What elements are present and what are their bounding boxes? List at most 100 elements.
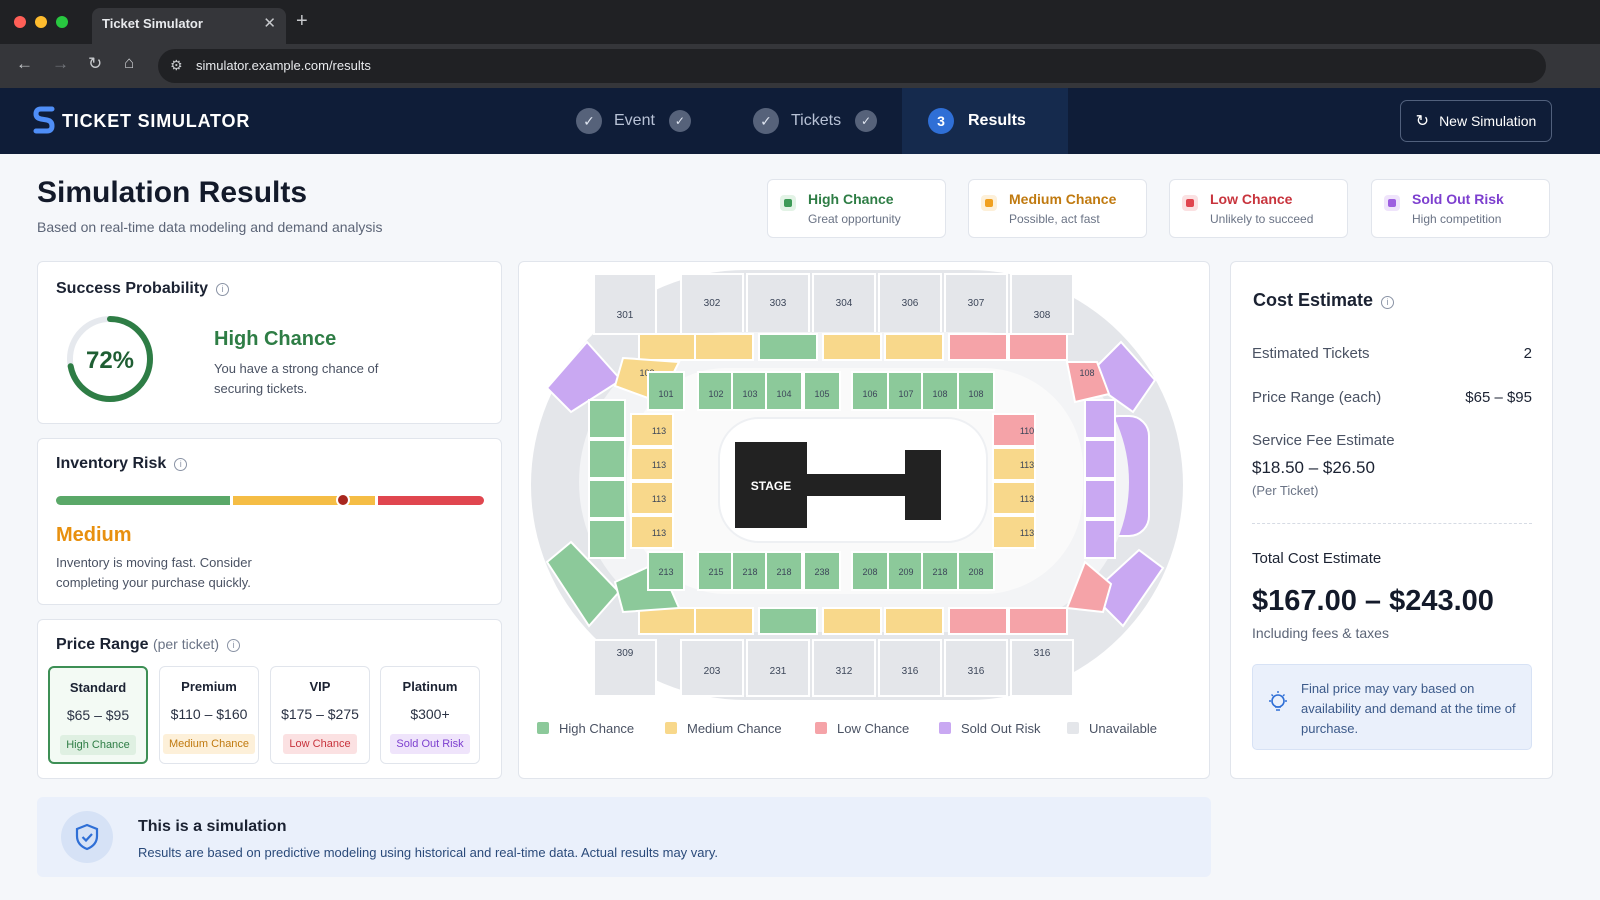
tier-premium[interactable]: Premium $110 – $160 Medium Chance — [159, 666, 259, 764]
tier-badge: Sold Out Risk — [390, 734, 470, 754]
section-mid-left — [588, 519, 626, 559]
step-results[interactable]: 3 Results — [902, 88, 1068, 154]
tier-badge: Medium Chance — [162, 734, 256, 754]
minimize-window-icon[interactable] — [35, 16, 47, 28]
legend-swatch — [939, 722, 951, 734]
close-tab-icon[interactable]: ✕ — [263, 14, 276, 32]
section-label: 218 — [932, 567, 947, 577]
section-mid-right — [1084, 439, 1116, 479]
stage-label: STAGE — [751, 479, 791, 493]
tier-price: $300+ — [410, 706, 450, 722]
medium-chance-swatch — [981, 195, 997, 211]
section-label: 113 — [1020, 460, 1034, 470]
tier-vip[interactable]: VIP $175 – $275 Low Chance — [270, 666, 370, 764]
section-label: 108 — [932, 389, 947, 399]
risk-segment-medium — [233, 496, 375, 505]
legend-card-low: Low Chance Unlikely to succeed — [1169, 179, 1348, 238]
card-heading: Cost Estimate i — [1253, 290, 1395, 311]
section-label: 203 — [704, 666, 721, 677]
section-label: 103 — [742, 389, 757, 399]
success-percent: 72% — [85, 347, 135, 374]
estimated-tickets-label: Estimated Tickets — [1252, 345, 1370, 362]
legend-card-medium: Medium Chance Possible, act fast — [968, 179, 1147, 238]
legend-label: Unavailable — [1089, 721, 1157, 736]
section-label: 113 — [1020, 494, 1034, 504]
section-label: 106 — [862, 389, 877, 399]
check-icon: ✓ — [855, 110, 878, 132]
section-label: 302 — [704, 298, 721, 309]
success-status: High Chance — [214, 328, 337, 350]
section-label: 113 — [652, 426, 666, 436]
low-chance-swatch — [1182, 195, 1198, 211]
step-event[interactable]: ✓ Event ✓ — [576, 88, 691, 154]
seating-map-card: 301 302 303 304 306 307 308 309 203 231 312 316 316 3… — [518, 261, 1210, 779]
section-mid-top — [822, 333, 882, 361]
new-tab-icon[interactable]: + — [296, 10, 308, 33]
success-probability-card: Success Probability i 72% High Chance You… — [37, 261, 502, 424]
section-mid-top — [1008, 333, 1068, 361]
info-icon[interactable]: i — [227, 639, 241, 652]
service-fee-label: Service Fee Estimate — [1252, 432, 1395, 449]
simulation-text: Results are based on predictive modeling… — [138, 845, 718, 860]
info-icon[interactable]: i — [216, 283, 230, 296]
card-heading-text: Inventory Risk — [56, 455, 167, 472]
card-heading: Success Probability i — [56, 280, 230, 298]
section-mid-bottom — [694, 607, 754, 635]
section-mid-top — [758, 333, 818, 361]
section-mid-bottom — [758, 607, 818, 635]
tab-title: Ticket Simulator — [102, 16, 203, 31]
close-window-icon[interactable] — [14, 16, 26, 28]
check-icon: ✓ — [753, 108, 779, 134]
section-label: 113 — [1020, 528, 1034, 538]
section-mid-bottom — [1008, 607, 1068, 635]
price-tip: Final price may vary based on availabili… — [1252, 664, 1532, 750]
info-icon[interactable]: i — [1381, 296, 1395, 309]
tier-badge: Low Chance — [283, 734, 357, 754]
risk-description: Inventory is moving fast. Consider compl… — [56, 555, 252, 590]
card-heading: Price Range (per ticket) i — [56, 636, 241, 654]
card-heading-text: Success Probability — [56, 280, 209, 297]
section-label: 316 — [968, 666, 985, 677]
section-308 — [1010, 273, 1074, 335]
stage-runway — [801, 474, 911, 496]
section-label: 238 — [814, 567, 829, 577]
new-simulation-button[interactable]: ↻ New Simulation — [1400, 100, 1552, 142]
back-icon[interactable]: ← — [16, 54, 33, 74]
legend-card-title: Low Chance — [1210, 191, 1293, 207]
tier-platinum[interactable]: Platinum $300+ Sold Out Risk — [380, 666, 480, 764]
tier-badge: High Chance — [60, 735, 136, 755]
section-label: 101 — [658, 389, 673, 399]
estimated-tickets-row: Estimated Tickets 2 — [1252, 345, 1532, 362]
section-mid-top — [884, 333, 944, 361]
forward-icon[interactable]: → — [52, 54, 69, 74]
new-simulation-label: New Simulation — [1439, 113, 1537, 129]
check-icon: ✓ — [668, 110, 691, 132]
reload-icon[interactable]: ↻ — [88, 54, 102, 74]
browser-tab[interactable]: Ticket Simulator ✕ — [92, 8, 286, 44]
section-label: 104 — [776, 389, 791, 399]
legend-swatch — [537, 722, 549, 734]
section-label: 113 — [652, 494, 666, 504]
total-note: Including fees & taxes — [1252, 625, 1389, 641]
section-label: 113 — [652, 460, 666, 470]
maximize-window-icon[interactable] — [56, 16, 68, 28]
tier-price: $110 – $160 — [170, 706, 248, 722]
card-heading-text: Price Range — [56, 636, 149, 653]
tier-name: Platinum — [402, 679, 458, 694]
section-label: 108 — [1079, 368, 1094, 378]
info-icon[interactable]: i — [174, 458, 188, 471]
section-mid-bottom — [948, 607, 1008, 635]
section-label: 307 — [968, 298, 985, 309]
card-heading-qualifier: (per ticket) — [152, 636, 220, 652]
section-label: 213 — [658, 567, 673, 577]
address-bar[interactable]: ⚙ simulator.example.com/results — [158, 49, 1546, 83]
step-number: 3 — [928, 108, 954, 134]
legend-card-title: High Chance — [808, 191, 894, 207]
section-label: 309 — [617, 648, 634, 659]
brand-name: TICKET SIMULATOR — [62, 111, 251, 131]
simulation-title: This is a simulation — [138, 818, 287, 835]
tier-standard[interactable]: Standard $65 – $95 High Chance — [48, 666, 148, 764]
home-icon[interactable]: ⌂ — [124, 53, 134, 73]
step-tickets[interactable]: ✓ Tickets ✓ — [753, 88, 878, 154]
site-settings-icon[interactable]: ⚙ — [170, 57, 183, 74]
